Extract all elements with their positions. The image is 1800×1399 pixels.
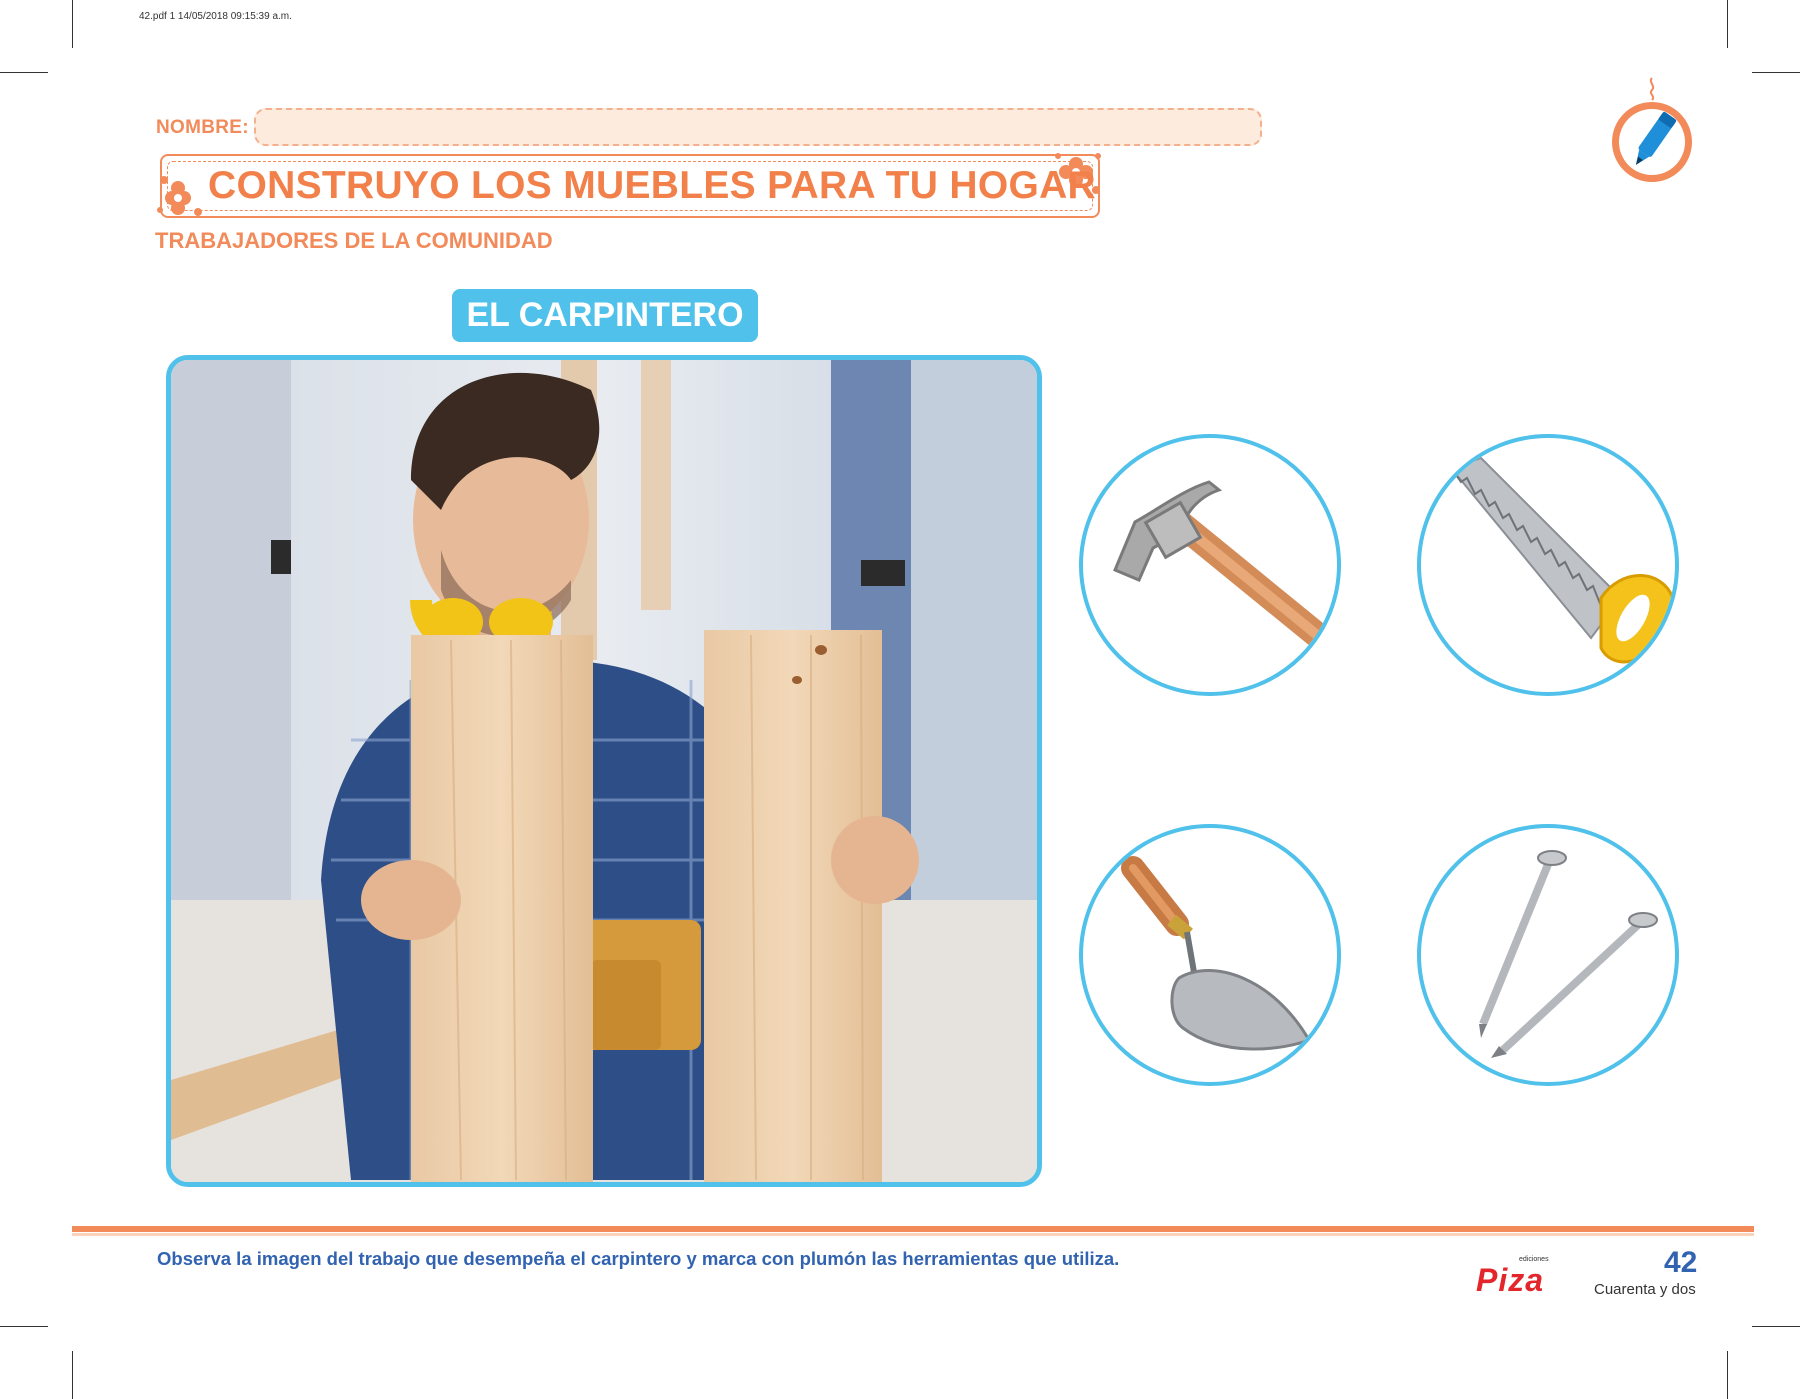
page-subtitle: TRABAJADORES DE LA COMUNIDAD — [155, 228, 553, 253]
name-label: NOMBRE: — [156, 117, 249, 138]
page-number-words: Cuarenta y dos — [1594, 1281, 1696, 1298]
tool-saw[interactable] — [1417, 434, 1679, 696]
crop-mark — [72, 1351, 73, 1399]
crop-mark — [1727, 0, 1728, 48]
tool-hammer[interactable] — [1079, 434, 1341, 696]
nails-icon — [1479, 850, 1658, 1058]
saw-icon — [1449, 456, 1675, 664]
carpenter-photo — [166, 355, 1042, 1187]
marker-pen-icon — [1612, 77, 1692, 182]
name-field[interactable] — [254, 108, 1262, 146]
page-title: CONSTRUYO LOS MUEBLES PARA TU HOGAR — [208, 164, 1097, 207]
print-file-info: 42.pdf 1 14/05/2018 09:15:39 a.m. — [139, 11, 292, 22]
trowel-icon — [1121, 856, 1312, 1051]
page-number: 42 — [1664, 1246, 1698, 1279]
tool-trowel[interactable] — [1079, 824, 1341, 1086]
crop-mark — [0, 72, 48, 73]
instruction-text: Observa la imagen del trabajo que desemp… — [157, 1248, 1120, 1269]
section-badge: EL CARPINTERO — [452, 289, 758, 342]
tool-nails[interactable] — [1417, 824, 1679, 1086]
brand-name: Piza — [1476, 1262, 1545, 1298]
crop-mark — [0, 1326, 48, 1327]
hammer-icon — [1113, 480, 1337, 661]
footer-divider — [72, 1226, 1754, 1232]
flower-left-icon — [157, 176, 202, 216]
carpenter-illustration — [171, 360, 1037, 1182]
crop-mark — [1727, 1351, 1728, 1399]
crop-mark — [1752, 72, 1800, 73]
publisher-logo: ediciones Piza — [1476, 1256, 1566, 1298]
crop-mark — [1752, 1326, 1800, 1327]
footer-divider-shadow — [72, 1233, 1754, 1236]
crop-mark — [72, 0, 73, 48]
